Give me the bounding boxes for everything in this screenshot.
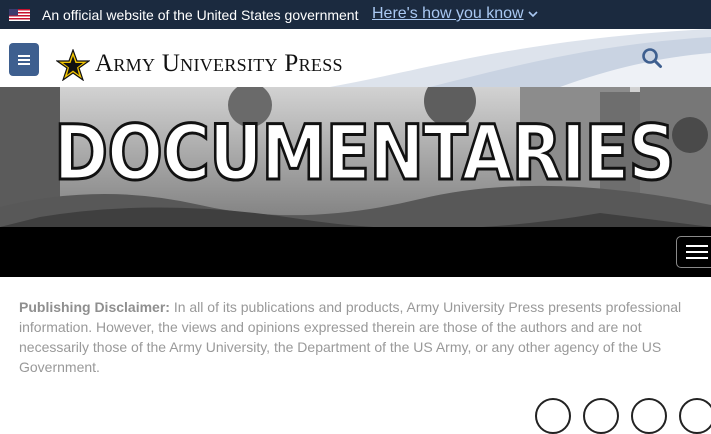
secondary-nav-bar	[0, 227, 711, 277]
social-icon[interactable]	[631, 398, 667, 434]
gov-banner: An official website of the United States…	[0, 0, 711, 29]
site-header: Army University Press	[0, 29, 711, 87]
army-star-logo	[56, 49, 90, 81]
search-icon[interactable]	[641, 47, 663, 69]
disclaimer-label: Publishing Disclaimer:	[19, 299, 170, 315]
chevron-down-icon[interactable]	[527, 8, 539, 20]
gov-banner-text: An official website of the United States…	[42, 7, 359, 23]
nav-toggle-button[interactable]	[676, 236, 711, 268]
hero-title: DOCUMENTARIES	[53, 108, 677, 197]
heres-how-you-know-link[interactable]: Here's how you know	[372, 5, 524, 23]
publishing-disclaimer: Publishing Disclaimer: In all of its pub…	[19, 297, 695, 377]
social-icon[interactable]	[583, 398, 619, 434]
menu-icon	[18, 54, 30, 65]
social-icon[interactable]	[679, 398, 711, 434]
main-menu-button[interactable]	[9, 43, 39, 76]
social-icon[interactable]	[535, 398, 571, 434]
site-brand[interactable]: Army University Press	[95, 50, 343, 78]
hero-banner: DOCUMENTARIES	[0, 87, 711, 227]
us-flag-icon	[9, 9, 30, 21]
